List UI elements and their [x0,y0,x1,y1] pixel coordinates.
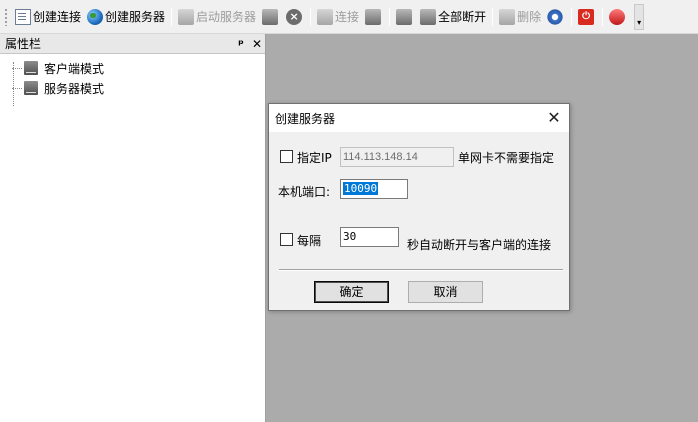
ip-address-field[interactable]: 114.113.148.14 [340,147,454,167]
toolbar-separator [389,7,391,26]
main-toolbar: 创建连接 创建服务器 启动服务器 × 连接 全部断开 删除 ⏻ ▾ [0,0,698,34]
ok-button[interactable]: 确定 [314,281,389,303]
delete-label: 删除 [517,10,542,24]
toolbar-separator [492,7,494,26]
stop-circle-icon: × [286,8,303,25]
disconnect-icon [365,8,382,25]
connect-button[interactable]: 连接 [314,6,362,28]
port-label: 本机端口: [278,185,331,199]
every-label: 每隔 [297,234,322,248]
tree-connector [12,67,22,69]
create-server-label: 创建服务器 [105,10,166,24]
power-icon: ⏻ [578,8,595,25]
toolbar-grip[interactable] [4,7,8,26]
toolbar-separator [602,7,604,26]
interval-input[interactable]: 30 [340,227,399,247]
toolbar-overflow-button[interactable]: ▾ [634,3,645,30]
new-document-icon [15,8,31,25]
interval-suffix-label: 秒自动断开与客户端的连接 [407,238,552,252]
auto-disconnect-checkbox[interactable] [280,233,293,246]
pin-icon[interactable]: ᵖ [233,37,249,51]
connect-label: 连接 [335,10,360,24]
help-button[interactable] [606,6,630,28]
power-button[interactable]: ⏻ [575,6,599,28]
server-users-button[interactable] [259,6,283,28]
settings-button[interactable] [544,6,568,28]
create-connection-label: 创建连接 [33,10,82,24]
dialog-title-bar[interactable]: 创建服务器 ✕ [269,104,569,132]
dialog-close-icon[interactable]: ✕ [539,104,569,132]
toolbar-separator [310,7,312,26]
disconnect-all-label: 全部断开 [438,10,487,24]
dialog-body: 指定IP 114.113.148.14 单网卡不需要指定 本机端口: 10090… [269,132,569,312]
start-server-label: 启动服务器 [196,10,257,24]
create-connection-button[interactable]: 创建连接 [12,6,84,28]
delete-button[interactable]: 删除 [496,6,544,28]
start-server-icon [178,8,195,25]
stop-button[interactable]: × [283,6,307,28]
computer-icon [24,81,38,95]
server-users-icon [262,8,279,25]
property-panel-title: 属性栏 [5,37,42,51]
specify-ip-label: 指定IP [297,151,332,165]
disconnect-button[interactable] [362,6,386,28]
property-panel-header: 属性栏 ᵖ ✕ [0,34,265,54]
tree-item-label: 服务器模式 [44,81,105,96]
create-server-button[interactable]: 创建服务器 [84,6,168,28]
tree-item-label: 客户端模式 [44,61,105,76]
dialog-divider [279,269,563,271]
tree-item-client-mode[interactable]: 客户端模式 [0,58,265,78]
network-button[interactable] [393,6,417,28]
network-icon [396,8,413,25]
delete-icon [499,8,516,25]
disconnect-all-icon [420,8,437,25]
computer-icon [24,61,38,75]
mode-tree: 客户端模式 服务器模式 [0,54,265,106]
port-input[interactable]: 10090 [340,179,408,199]
toolbar-separator [571,7,573,26]
gear-icon [547,8,564,25]
port-value: 10090 [343,182,379,195]
cancel-button[interactable]: 取消 [408,281,483,303]
specify-ip-checkbox[interactable] [280,150,293,163]
disconnect-all-button[interactable]: 全部断开 [417,6,489,28]
tree-item-server-mode[interactable]: 服务器模式 [0,78,265,98]
help-icon [609,8,626,25]
property-panel: 属性栏 ᵖ ✕ 客户端模式 服务器模式 [0,34,266,422]
connect-icon [317,8,334,25]
ip-hint-label: 单网卡不需要指定 [458,151,555,165]
start-server-button[interactable]: 启动服务器 [175,6,259,28]
toolbar-separator [171,7,173,26]
tree-connector [12,87,22,89]
globe-icon [87,8,104,25]
dialog-title: 创建服务器 [275,111,336,126]
chevron-down-icon: ▾ [637,17,642,27]
create-server-dialog: 创建服务器 ✕ 指定IP 114.113.148.14 单网卡不需要指定 本机端… [268,103,570,311]
close-icon[interactable]: ✕ [249,37,265,51]
